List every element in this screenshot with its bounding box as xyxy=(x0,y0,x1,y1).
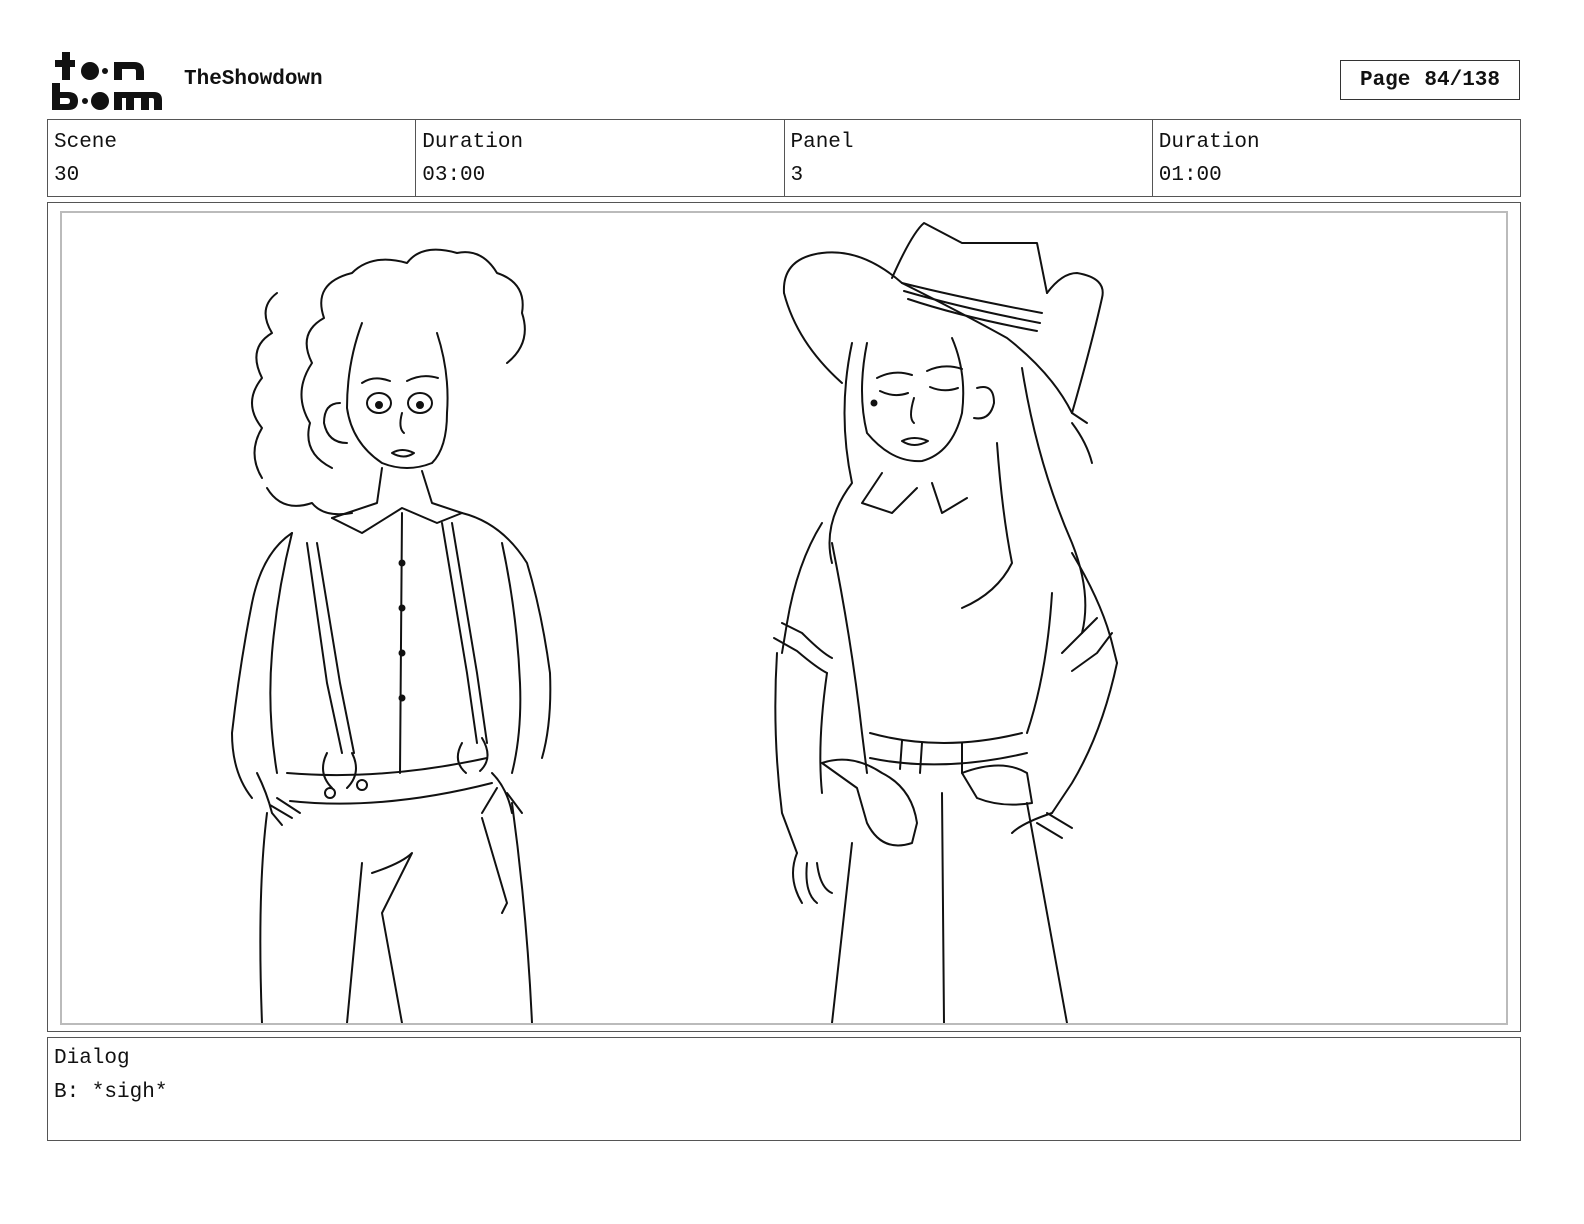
toonboom-logo-icon xyxy=(50,50,162,112)
panel-label: Panel xyxy=(790,131,854,154)
project-title: TheShowdown xyxy=(184,68,323,91)
panel-duration-value: 01:00 xyxy=(1158,164,1222,187)
page-label: Page xyxy=(1359,68,1411,92)
dialog-text: B: *sigh* xyxy=(54,1081,168,1104)
panel-frame xyxy=(47,202,1521,1032)
scene-duration-value: 03:00 xyxy=(422,164,486,187)
panel-duration-cell: Duration 01:00 xyxy=(1153,120,1520,196)
storyboard-sketch-icon xyxy=(231,222,1118,1023)
panel-cell: Panel 3 xyxy=(785,120,1153,196)
panel-value: 3 xyxy=(790,164,804,187)
page-indicator: Page 84/138 xyxy=(1340,60,1520,100)
scene-duration-cell: Duration 03:00 xyxy=(416,120,785,196)
scene-duration-label: Duration xyxy=(422,131,524,154)
scene-label: Scene xyxy=(54,131,118,154)
scene-info-row: Scene 30 Duration 03:00 Panel 3 Duration… xyxy=(47,119,1521,197)
dialog-label: Dialog xyxy=(54,1047,130,1070)
dialog-box: Dialog B: *sigh* xyxy=(47,1037,1521,1141)
scene-value: 30 xyxy=(54,164,80,187)
panel-duration-label: Duration xyxy=(1158,131,1260,154)
scene-cell: Scene 30 xyxy=(48,120,417,196)
panel-image xyxy=(60,211,1508,1025)
page-number: 84/138 xyxy=(1424,68,1501,92)
